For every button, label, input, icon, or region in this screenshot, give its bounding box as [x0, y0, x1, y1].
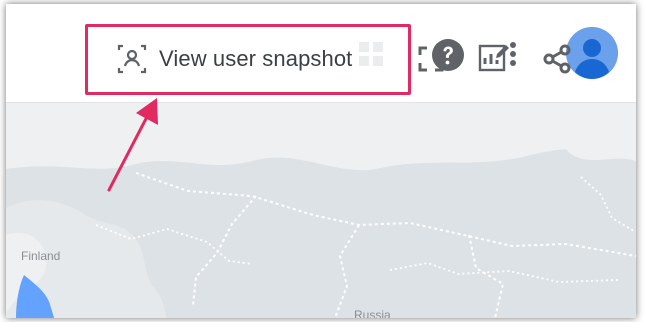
- report-toolbar: View user snapshot: [6, 4, 636, 318]
- fullscreen-icon[interactable]: [417, 45, 445, 73]
- user-snapshot-icon: [115, 42, 149, 76]
- view-user-snapshot-button[interactable]: View user snapshot: [115, 40, 395, 78]
- edit-report-icon[interactable]: [476, 40, 512, 76]
- share-icon[interactable]: [541, 42, 575, 76]
- share-icon-svg: [543, 44, 571, 74]
- user-snapshot-icon-svg: [117, 44, 147, 74]
- fullscreen-icon-svg: [418, 46, 444, 72]
- callout-arrow: [107, 98, 158, 192]
- edit-report-icon-svg: [478, 44, 509, 72]
- app-frame: Finland Russia View user snapshot: [6, 4, 636, 318]
- view-user-snapshot-label: View user snapshot: [159, 46, 353, 71]
